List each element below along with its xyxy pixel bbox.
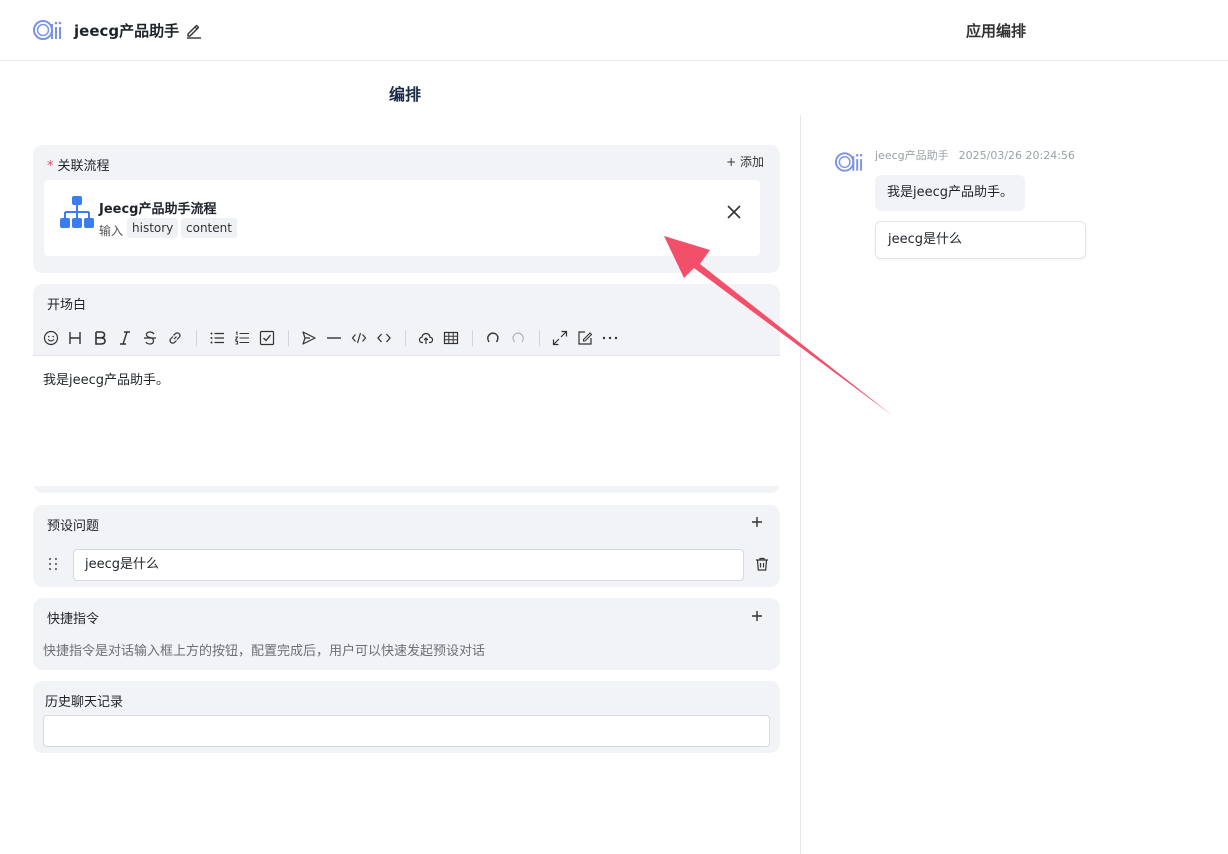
toolbar-divider [472,330,473,346]
add-flow-button[interactable]: + 添加 [726,153,764,170]
toolbar-divider [196,330,197,346]
required-mark: * [47,159,54,174]
opening-remarks-editor[interactable]: 我是jeecg产品助手。 [33,355,780,486]
panel-divider [800,115,801,854]
assistant-avatar-icon [834,152,863,172]
flow-name: Jeecg产品助手流程 [99,202,217,217]
shortcut-commands-hint: 快捷指令是对话输入框上方的按钮，配置完成后，用户可以快速发起预设对话 [43,644,486,659]
top-bar: jeecg产品助手 应用编排 [0,0,1228,61]
close-icon[interactable] [726,204,742,220]
emoji-icon[interactable] [41,328,61,348]
undo-icon[interactable] [483,328,503,348]
upload-cloud-icon[interactable] [416,328,436,348]
flow-hierarchy-icon [60,196,94,228]
strikethrough-icon[interactable] [140,328,160,348]
app-title: jeecg产品助手 [74,22,180,40]
sender-name: jeecg产品助手 [875,149,949,162]
section-title: 编排 [389,85,422,104]
more-options-icon[interactable] [600,328,620,348]
app-orchestration-title: 应用编排 [966,22,1027,40]
italic-icon[interactable] [115,328,135,348]
chat-history-card: 历史聊天记录 [33,681,780,753]
opening-remarks-text: 我是jeecg产品助手。 [43,373,170,388]
related-flow-card: * 关联流程 + 添加 Jeecg产品助手流程 输入 history conten… [33,145,780,273]
add-shortcut-button[interactable] [751,609,763,625]
opening-remarks-card: 开场白 我是jeecg产品助手。 [33,284,780,493]
message-timestamp: 2025/03/26 20:24:56 [958,149,1075,162]
ordered-list-icon[interactable] [232,328,252,348]
input-tag-history: history [127,218,179,238]
toolbar-divider [288,330,289,346]
bold-icon[interactable] [90,328,110,348]
flow-item[interactable]: Jeecg产品助手流程 输入 history content [44,180,760,256]
task-list-icon[interactable] [257,328,277,348]
add-question-button[interactable] [751,515,763,531]
flow-input-label: 输入 [99,224,124,238]
heading-icon[interactable] [65,328,85,348]
link-icon[interactable] [165,328,185,348]
fullscreen-icon[interactable] [550,328,570,348]
code-block-icon[interactable] [349,328,369,348]
toolbar-divider [405,330,406,346]
suggested-question-button[interactable]: jeecg是什么 [875,221,1086,259]
inline-code-icon[interactable] [374,328,394,348]
related-flow-label: * 关联流程 [47,159,110,174]
assistant-message-bubble: 我是jeecg产品助手。 [875,175,1026,211]
preset-questions-label: 预设问题 [47,519,100,534]
opening-remarks-label: 开场白 [47,298,87,313]
preset-question-input[interactable]: jeecg是什么 [73,549,744,581]
table-icon[interactable] [441,328,461,348]
horizontal-rule-icon[interactable] [324,328,344,348]
chat-history-input[interactable] [43,715,770,747]
edit-pencil-icon[interactable] [185,21,203,39]
editor-toolbar [33,320,780,356]
bullet-list-icon[interactable] [207,328,227,348]
trash-icon[interactable] [754,556,770,572]
input-tag-content: content [181,218,237,238]
edit-source-icon[interactable] [575,328,595,348]
chat-history-label: 历史聊天记录 [45,695,124,710]
ai-logo-icon [33,20,62,40]
shortcut-commands-label: 快捷指令 [47,612,100,627]
toolbar-divider [539,330,540,346]
preset-questions-card: 预设问题 jeecg是什么 [33,505,780,587]
shortcut-commands-card: 快捷指令 快捷指令是对话输入框上方的按钮，配置完成后，用户可以快速发起预设对话 [33,598,780,670]
send-icon[interactable] [299,328,319,348]
message-meta: jeecg产品助手 2025/03/26 20:24:56 [875,147,1075,163]
redo-icon[interactable] [508,328,528,348]
drag-handle-icon[interactable] [46,556,60,572]
